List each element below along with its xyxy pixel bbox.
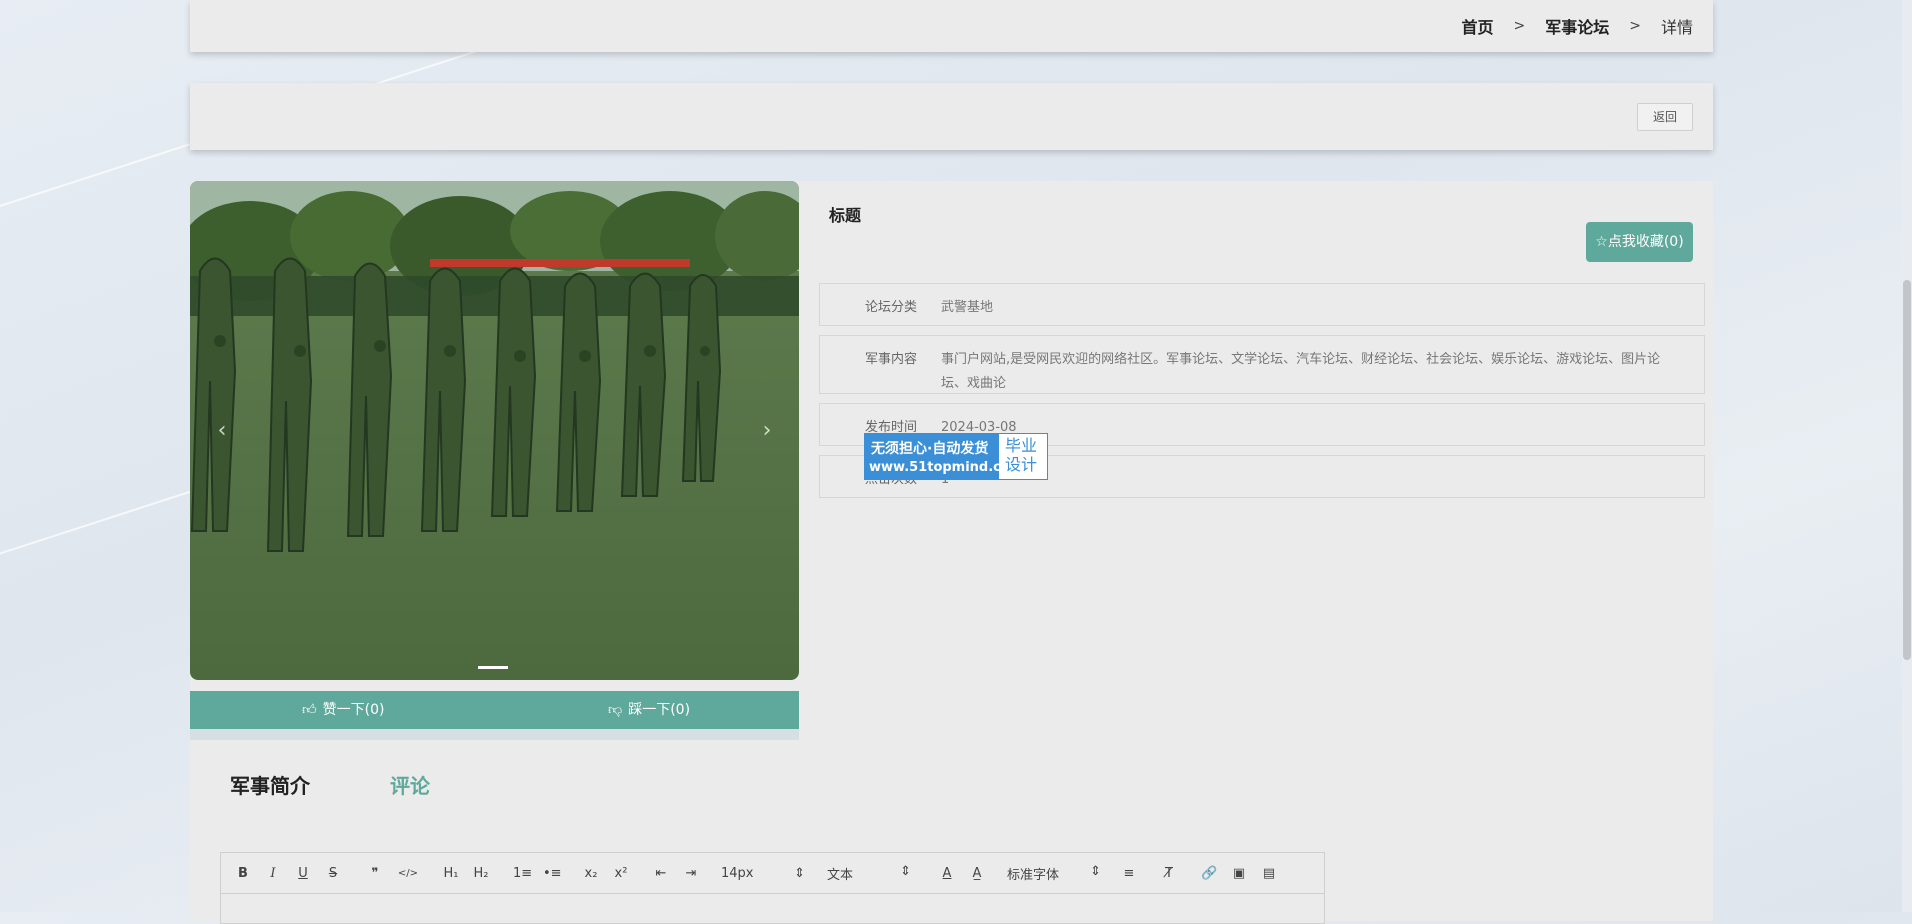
breadcrumb-home[interactable]: 首页	[1461, 14, 1493, 38]
heading2-icon[interactable]: H₂	[473, 866, 489, 881]
font-family-select[interactable]: 标准字体 ⇕	[1007, 864, 1101, 883]
content-tabs: 军事简介 评论	[230, 770, 430, 799]
vote-strip	[190, 729, 799, 740]
watermark-right2: 设计	[1005, 455, 1038, 474]
bullet-list-icon[interactable]: •≡	[543, 866, 562, 881]
superscript-icon[interactable]: x²	[613, 866, 629, 881]
align-icon[interactable]: ≡	[1121, 866, 1137, 881]
carousel-photo	[190, 181, 799, 680]
heading1-icon[interactable]: H₁	[443, 866, 459, 881]
page-scrollbar[interactable]	[1902, 0, 1912, 912]
image-carousel[interactable]: ‹ ›	[190, 181, 799, 680]
indent-icon[interactable]: ⇥	[683, 866, 699, 881]
underline-icon[interactable]: U	[295, 866, 311, 881]
info-value: 1	[941, 468, 1674, 492]
info-label: 论坛分类	[865, 300, 918, 315]
block-type-select[interactable]: 文本 ⇕	[827, 864, 911, 883]
tab-intro[interactable]: 军事简介	[230, 770, 310, 799]
link-icon[interactable]: 🔗	[1201, 866, 1217, 881]
breadcrumb-current: 详情	[1660, 18, 1693, 37]
image-icon[interactable]: ▣	[1231, 866, 1247, 881]
select-arrows-icon: ⇕	[1090, 863, 1101, 879]
editor-toolbar: B I U S ❞ </> H₁ H₂ 1≡ •≡ x₂ x² ⇤ ⇥ 14px…	[221, 853, 1324, 894]
bold-icon[interactable]: B	[235, 866, 251, 881]
subscript-icon[interactable]: x₂	[583, 866, 599, 881]
info-row-content: 军事内容 事门户网站,是受网民欢迎的网络社区。军事论坛、文学论坛、汽车论坛、财经…	[819, 335, 1705, 394]
breadcrumb-separator: >	[1513, 18, 1526, 34]
italic-icon[interactable]: I	[265, 866, 281, 881]
watermark-right1: 毕业	[1005, 436, 1038, 455]
info-value: 2024-03-08	[941, 420, 1017, 435]
breadcrumb-bar: 首页 > 军事论坛 > 详情	[190, 0, 1713, 52]
thumbs-up-icon: 👍︎	[302, 702, 317, 718]
code-block-icon[interactable]: </>	[397, 868, 419, 879]
action-bar: 返回	[190, 83, 1713, 150]
block-type-value: 文本	[827, 867, 854, 883]
comment-editor: B I U S ❞ </> H₁ H₂ 1≡ •≡ x₂ x² ⇤ ⇥ 14px…	[220, 852, 1325, 924]
dislike-label: 踩一下(0)	[628, 702, 691, 718]
dislike-button[interactable]: 👎︎ 踩一下(0)	[608, 691, 690, 729]
favorite-button[interactable]: ☆点我收藏(0)	[1586, 222, 1693, 262]
select-arrows-icon: ⇕	[794, 865, 805, 881]
watermark-badge: 无须担心·自动发货 www.51topmind.com 毕业 设计	[864, 433, 1048, 480]
info-label: 军事内容	[865, 352, 918, 367]
breadcrumb-separator: >	[1629, 18, 1641, 34]
scrollbar-thumb[interactable]	[1903, 280, 1911, 660]
clear-format-icon[interactable]: T̸	[1161, 866, 1177, 881]
watermark-right: 毕业 设计	[1005, 436, 1037, 474]
watermark-left: 无须担心·自动发货 www.51topmind.com	[865, 434, 1023, 479]
video-icon[interactable]: ▤	[1261, 866, 1277, 881]
text-color-icon[interactable]: A	[939, 866, 955, 881]
ordered-list-icon[interactable]: 1≡	[513, 866, 532, 881]
info-value: 武警基地	[941, 300, 994, 315]
vote-bar: 👍︎ 赞一下(0) 👎︎ 踩一下(0)	[190, 691, 799, 729]
watermark-line1: 无须担心·自动发货	[871, 441, 989, 457]
font-family-value: 标准字体	[1007, 867, 1060, 883]
thumbs-down-icon: 👎︎	[608, 702, 623, 718]
carousel-prev-icon[interactable]: ‹	[210, 411, 234, 451]
breadcrumb-section[interactable]: 军事论坛	[1545, 14, 1609, 38]
carousel-next-icon[interactable]: ›	[755, 411, 779, 451]
carousel-indicator[interactable]	[478, 666, 508, 669]
detail-title: 标题	[829, 206, 862, 225]
select-arrows-icon: ⇕	[900, 863, 911, 879]
blockquote-icon[interactable]: ❞	[367, 866, 383, 881]
breadcrumb: 首页 > 军事论坛 > 详情	[1461, 14, 1693, 38]
outdent-icon[interactable]: ⇤	[653, 866, 669, 881]
font-size-value: 14px	[721, 865, 754, 881]
like-button[interactable]: 👍︎ 赞一下(0)	[302, 691, 384, 729]
strikethrough-icon[interactable]: S	[325, 866, 341, 881]
like-label: 赞一下(0)	[322, 702, 385, 718]
info-row-category: 论坛分类 武警基地	[819, 283, 1705, 326]
back-button[interactable]: 返回	[1637, 103, 1693, 131]
info-value: 事门户网站,是受网民欢迎的网络社区。军事论坛、文学论坛、汽车论坛、财经论坛、社会…	[941, 352, 1661, 391]
tab-comments[interactable]: 评论	[390, 770, 430, 799]
background-color-icon[interactable]: A̲	[969, 866, 985, 881]
font-size-select[interactable]: 14px ⇕	[721, 866, 805, 881]
watermark-line2: www.51topmind.com	[869, 460, 1024, 475]
